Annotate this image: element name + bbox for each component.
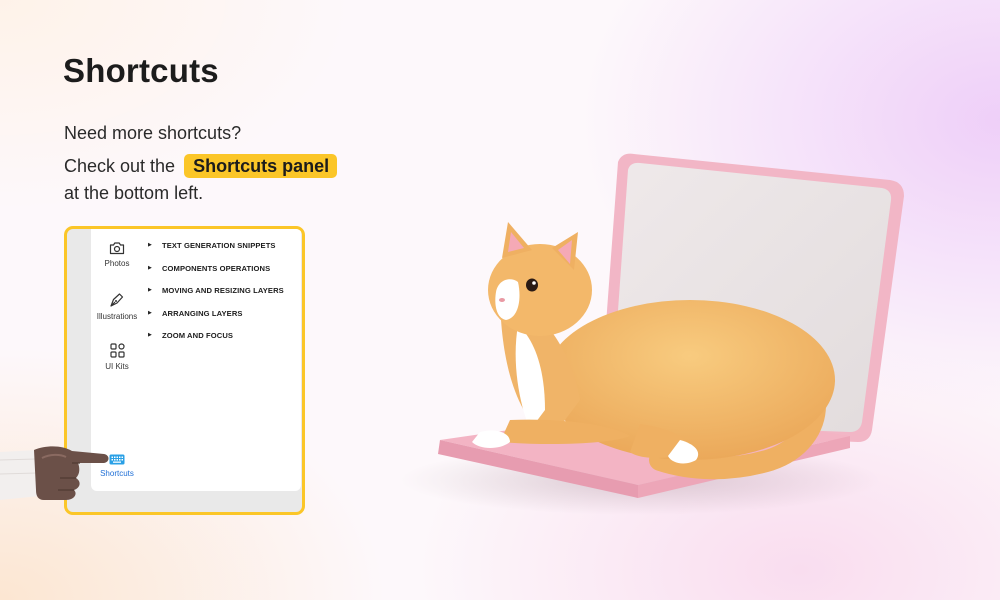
caret-right-icon: ▶ <box>148 309 152 316</box>
rail-label-ui-kits: UI Kits <box>105 362 129 371</box>
caret-right-icon: ▶ <box>148 287 152 294</box>
camera-icon <box>109 242 125 255</box>
shortcut-category-item[interactable]: ▶ ZOOM AND FOCUS <box>148 331 284 354</box>
shortcut-category-item[interactable]: ▶ MOVING AND RESIZING LAYERS <box>148 286 284 309</box>
page-title: Shortcuts <box>63 52 219 89</box>
rail-item-illustrations[interactable]: Illustrations <box>91 292 143 321</box>
shortcut-category-list: ▶ TEXT GENERATION SNIPPETS ▶ COMPONENTS OP… <box>148 241 284 354</box>
shortcut-category-item[interactable]: ▶ COMPONENTS OPERATIONS <box>148 264 284 287</box>
pointing-hand-illustration <box>0 446 109 500</box>
rail-item-photos[interactable]: Photos <box>91 241 143 268</box>
shortcuts-panel-highlight: Shortcuts panel <box>184 154 338 178</box>
rail-label-photos: Photos <box>104 259 130 268</box>
caret-right-icon: ▶ <box>148 242 152 248</box>
intro-line-2-prefix: Check out the <box>64 156 176 176</box>
shortcut-category-item[interactable]: ▶ ARRANGING LAYERS <box>148 309 284 332</box>
panel-content: Photos Illustrations UI Kits Shortcuts ▶… <box>91 229 301 491</box>
cat-on-laptop-illustration <box>400 153 904 515</box>
rail-label-illustrations: Illustrations <box>96 312 138 321</box>
intro-line-1: Need more shortcuts? <box>64 123 242 143</box>
caret-right-icon: ▶ <box>148 264 152 271</box>
shortcut-category-item[interactable]: ▶ TEXT GENERATION SNIPPETS <box>148 241 284 264</box>
pen-tool-icon <box>110 293 124 307</box>
intro-line-3: at the bottom left. <box>64 183 204 203</box>
rail-item-ui-kits[interactable]: UI Kits <box>91 343 143 371</box>
intro-line-2: Check out the Shortcuts panel <box>64 153 338 179</box>
grid-icon <box>109 343 125 358</box>
caret-right-icon: ▶ <box>148 332 152 339</box>
